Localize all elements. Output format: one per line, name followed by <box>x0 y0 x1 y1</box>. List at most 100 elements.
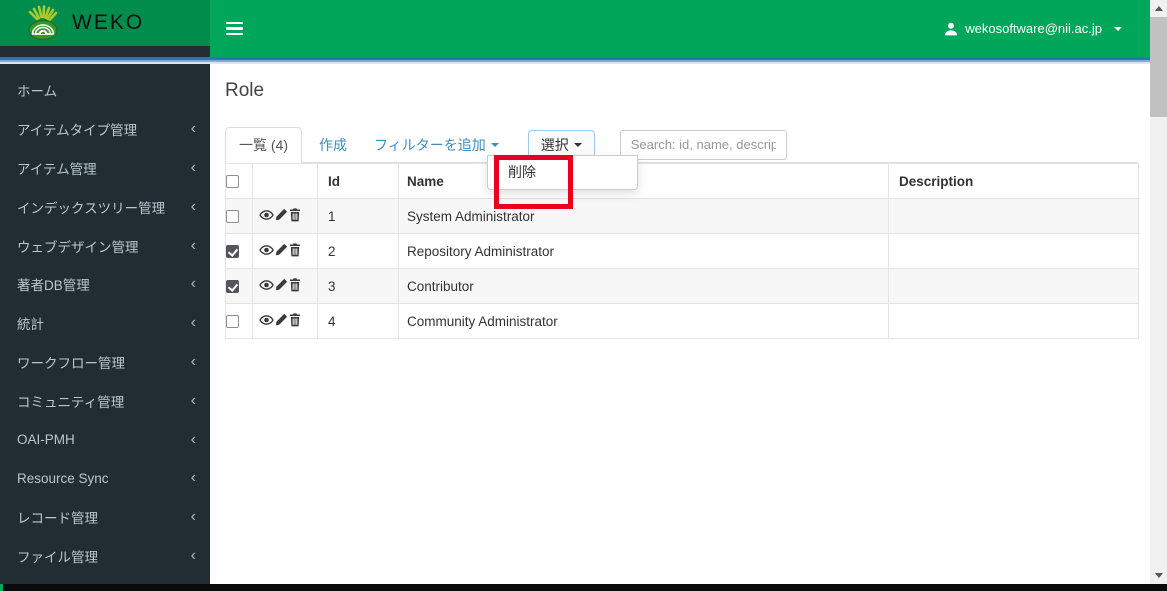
row-name: Contributor <box>398 268 889 304</box>
weko-logo-icon <box>28 5 58 41</box>
caret-down-icon <box>490 142 499 147</box>
chevron-left-icon: ‹ <box>190 314 196 332</box>
row-id: 4 <box>317 303 399 339</box>
sidebar-item-13[interactable]: ファイル管理 ‹ <box>0 537 210 576</box>
row-checkbox[interactable] <box>226 280 239 294</box>
chevron-left-icon: ‹ <box>190 197 196 215</box>
page-title: Role <box>225 80 265 101</box>
row-description <box>888 233 1139 269</box>
select-all-checkbox[interactable] <box>226 175 239 189</box>
hamburger-menu-icon[interactable] <box>212 0 256 57</box>
sidebar-item-2[interactable]: アイテムタイプ管理 ‹ <box>0 110 210 149</box>
pencil-icon[interactable] <box>275 313 288 329</box>
sidebar-top-gap <box>0 46 210 57</box>
add-filter-dropdown[interactable]: フィルターを追加 <box>374 127 499 162</box>
row-checkbox[interactable] <box>226 210 239 224</box>
sidebar-item-9[interactable]: コミュニティ管理 ‹ <box>0 381 210 420</box>
chevron-left-icon: ‹ <box>190 469 196 487</box>
chevron-left-icon: ‹ <box>190 236 196 254</box>
delete-menu-item[interactable]: 削除 <box>488 156 637 189</box>
sidebar-item-11[interactable]: Resource Sync ‹ <box>0 459 210 498</box>
caret-down-icon <box>573 142 582 147</box>
pencil-icon[interactable] <box>275 243 288 259</box>
actions-column-header <box>252 163 318 199</box>
chevron-left-icon: ‹ <box>190 120 196 138</box>
row-checkbox[interactable] <box>226 245 239 259</box>
sidebar-item-label: Resource Sync <box>17 470 109 486</box>
table-row: 3 Contributor <box>225 268 1139 304</box>
sidebar-item-label: レコード管理 <box>17 511 98 527</box>
tab-list[interactable]: 一覧 (4) <box>225 127 302 163</box>
chevron-left-icon: ‹ <box>190 508 196 526</box>
chevron-left-icon: ‹ <box>190 430 196 448</box>
scroll-down-icon[interactable] <box>1150 567 1167 584</box>
scrollbar-thumb[interactable] <box>1150 17 1167 117</box>
sidebar-item-3[interactable]: アイテム管理 ‹ <box>0 149 210 188</box>
trash-icon[interactable] <box>289 312 301 330</box>
sidebar-item-label: アイテム管理 <box>17 161 97 177</box>
sidebar-item-8[interactable]: ワークフロー管理 ‹ <box>0 343 210 382</box>
row-checkbox[interactable] <box>226 315 239 329</box>
eye-icon[interactable] <box>259 209 274 224</box>
sidebar-item-6[interactable]: 著者DB管理 ‹ <box>0 265 210 304</box>
trash-icon[interactable] <box>289 242 301 260</box>
table-row: 2 Repository Administrator <box>225 233 1139 269</box>
roles-table: Id Name Description 1 System Administrato… <box>225 163 1139 339</box>
sidebar-item-label: ファイル管理 <box>17 549 98 565</box>
scroll-up-icon[interactable] <box>1150 0 1167 17</box>
trash-icon[interactable] <box>289 207 301 225</box>
sidebar-item-label: ホーム <box>17 84 58 100</box>
sidebar-item-label: 統計 <box>17 317 44 333</box>
user-menu[interactable]: wekosoftware@nii.ac.jp <box>944 21 1122 36</box>
row-name: Community Administrator <box>398 303 889 339</box>
sidebar-item-label: ワークフロー管理 <box>17 355 125 371</box>
main-content: Role 一覧 (4) 作成 フィルターを追加 選択 削除 <box>210 64 1150 584</box>
row-id: 2 <box>317 233 399 269</box>
id-column-header[interactable]: Id <box>317 163 399 199</box>
bottom-green-chip <box>0 584 3 591</box>
user-icon <box>945 22 958 35</box>
eye-icon[interactable] <box>259 314 274 329</box>
search-input[interactable] <box>619 129 787 160</box>
name-column-header[interactable]: Name <box>398 163 889 199</box>
chevron-left-icon: ‹ <box>190 391 196 409</box>
sidebar-item-4[interactable]: インデックスツリー管理 ‹ <box>0 187 210 226</box>
user-email: wekosoftware@nii.ac.jp <box>965 21 1102 36</box>
logo-box[interactable]: WEKO <box>0 0 210 46</box>
table-row: 4 Community Administrator <box>225 303 1139 339</box>
eye-icon[interactable] <box>259 279 274 294</box>
sidebar-item-10[interactable]: OAI-PMH ‹ <box>0 420 210 459</box>
pencil-icon[interactable] <box>275 208 288 224</box>
accent-divider <box>0 57 1150 64</box>
description-column-header[interactable]: Description <box>888 163 1139 199</box>
sidebar-item-label: ウェブデザイン管理 <box>17 239 139 255</box>
chevron-left-icon: ‹ <box>190 158 196 176</box>
vertical-scrollbar[interactable] <box>1150 0 1167 585</box>
toolbar: 一覧 (4) 作成 フィルターを追加 選択 <box>225 127 1138 163</box>
row-name: Repository Administrator <box>398 233 889 269</box>
sidebar-item-5[interactable]: ウェブデザイン管理 ‹ <box>0 226 210 265</box>
brand-name: WEKO <box>72 11 145 34</box>
sidebar-item-12[interactable]: レコード管理 ‹ <box>0 498 210 537</box>
caret-down-icon <box>1114 26 1122 31</box>
sidebar-item-label: 著者DB管理 <box>17 278 90 294</box>
eye-icon[interactable] <box>259 244 274 259</box>
top-navbar: wekosoftware@nii.ac.jp <box>210 0 1150 57</box>
row-name: System Administrator <box>398 198 889 234</box>
sidebar-item-7[interactable]: 統計 ‹ <box>0 304 210 343</box>
row-description <box>888 303 1139 339</box>
row-id: 3 <box>317 268 399 304</box>
chevron-left-icon: ‹ <box>190 275 196 293</box>
select-dropdown-panel: 削除 <box>487 155 638 190</box>
trash-icon[interactable] <box>289 277 301 295</box>
row-id: 1 <box>317 198 399 234</box>
pencil-icon[interactable] <box>275 278 288 294</box>
weko-admin-window: WEKO wekosoftware@nii.ac.jp ホームアイテムタイプ管理… <box>0 0 1167 591</box>
sidebar-item-1[interactable]: ホーム <box>0 71 210 110</box>
sidebar-item-label: インデックスツリー管理 <box>17 200 166 216</box>
sidebar-item-label: OAI-PMH <box>17 432 75 448</box>
tab-create[interactable]: 作成 <box>319 127 347 162</box>
table-header-row: Id Name Description <box>225 163 1139 199</box>
sidebar-item-label: コミュニティ管理 <box>17 394 125 410</box>
sidebar-item-label: アイテムタイプ管理 <box>17 123 138 139</box>
